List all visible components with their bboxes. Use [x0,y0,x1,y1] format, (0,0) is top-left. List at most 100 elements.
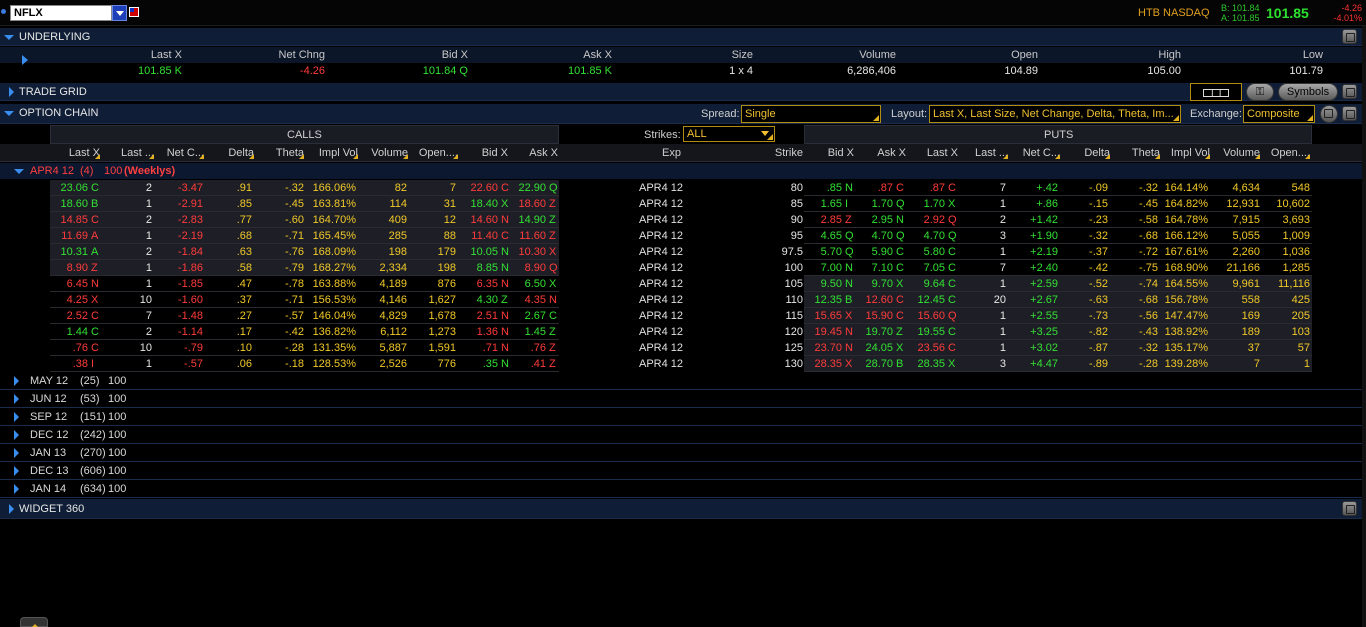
collapse-icon[interactable] [4,111,14,121]
col-call-ask[interactable]: Ask X [510,147,558,159]
cell-civ[interactable]: 146.04% [306,310,356,322]
cell-pv[interactable]: 189 [1210,326,1260,338]
cell-poi[interactable]: 1,036 [1260,246,1310,258]
cell-pb[interactable]: .85 [806,182,842,194]
cell-ps[interactable]: 1 [960,342,1006,354]
cell-pd[interactable]: -.63 [1060,294,1108,306]
col-call-netchg[interactable]: Net C... [156,147,204,159]
cell-pv[interactable]: 5,055 [1210,230,1260,242]
cell-ps[interactable]: 1 [960,326,1006,338]
cell-civ[interactable]: 156.53% [306,294,356,306]
series-row[interactable]: DEC 13 (606) 100 [0,462,1362,480]
cell-cb[interactable]: 4.30 [458,294,498,306]
cell-cs[interactable]: 1 [102,198,152,210]
chain-row[interactable]: 23.06 C 2 -3.47.91 -.32 166.06% 82 7 22.60 C 22.90… [0,180,1362,196]
cell-cd[interactable]: .68 [206,230,252,242]
layout-select[interactable]: Last X, Last Size, Net Change, Delta, Th… [929,105,1181,123]
cell-coi[interactable]: 12 [408,214,456,226]
chain-row[interactable]: 8.90 Z 1 -1.86.58 -.79 168.27% 2,334 198 8.85 N 8.… [0,260,1362,276]
cell-pa[interactable]: 4.70 [856,230,893,242]
cell-pb[interactable]: 2.85 [806,214,842,226]
col-put-netchg[interactable]: Net C... [1010,147,1060,159]
cell-cv[interactable]: 5,887 [358,342,407,354]
cell-poi[interactable]: 11,116 [1260,278,1310,290]
series-row[interactable]: JAN 13 (270) 100 [0,444,1362,462]
chain-row[interactable]: 14.85 C 2 -2.83.77 -.60 164.70% 409 12 14.60 N 14.… [0,212,1362,228]
cell-pn[interactable]: +2.19 [1010,246,1058,258]
cell-cl[interactable]: .38 [52,358,88,370]
cell-piv[interactable]: 156.78% [1160,294,1208,306]
cell-ca[interactable]: 18.60 [510,198,546,210]
cell-pn[interactable]: +.42 [1010,182,1058,194]
cell-ct[interactable]: -.45 [256,198,304,210]
col-put-ask[interactable]: Ask X [856,147,906,159]
cell-pt[interactable]: -.56 [1110,310,1158,322]
cell-cd[interactable]: .85 [206,198,252,210]
cell-pv[interactable]: 7 [1210,358,1260,370]
col-put-volume[interactable]: Volume [1210,147,1260,159]
cell-cv[interactable]: 409 [358,214,407,226]
cell-coi[interactable]: 88 [408,230,456,242]
cell-cv[interactable]: 82 [358,182,407,194]
cell-civ[interactable]: 168.27% [306,262,356,274]
cell-poi[interactable]: 1 [1260,358,1310,370]
cell-pa[interactable]: 12.60 [856,294,893,306]
window-icon[interactable] [1342,29,1357,44]
cell-pv[interactable]: 12,931 [1210,198,1260,210]
cell-cb[interactable]: 8.85 [458,262,498,274]
cell-pa[interactable]: 1.70 [856,198,893,210]
cell-cd[interactable]: .17 [206,326,252,338]
col-put-delta[interactable]: Delta [1060,147,1110,159]
col-call-last[interactable]: Last X [52,147,100,159]
chain-row[interactable]: 1.44 C 2 -1.14.17 -.42 136.82% 6,112 1,273 1.36 N… [0,324,1362,340]
cell-ps[interactable]: 2 [960,214,1006,226]
cell-pa[interactable]: 28.70 [856,358,893,370]
cell-pv[interactable]: 21,166 [1210,262,1260,274]
cell-pt[interactable]: -.68 [1110,230,1158,242]
series-row[interactable]: SEP 12 (151) 100 [0,408,1362,426]
col-call-volume[interactable]: Volume [358,147,408,159]
cell-ps[interactable]: 3 [960,230,1006,242]
cell-pl[interactable]: 1.70 [908,198,945,210]
expand-icon[interactable] [14,394,24,404]
chevron-down-icon[interactable] [1320,105,1338,123]
col-call-theta[interactable]: Theta [256,147,304,159]
cell-pb[interactable]: 7.00 [806,262,842,274]
cell-cn[interactable]: -1.85 [156,278,203,290]
cell-pl[interactable]: 4.70 [908,230,945,242]
cell-pv[interactable]: 169 [1210,310,1260,322]
cell-cd[interactable]: .37 [206,294,252,306]
cell-pv[interactable]: 4,634 [1210,182,1260,194]
cell-ct[interactable]: -.18 [256,358,304,370]
cell-pd[interactable]: -.89 [1060,358,1108,370]
cell-cd[interactable]: .91 [206,182,252,194]
cell-coi[interactable]: 776 [408,358,456,370]
cell-ca[interactable]: 10.30 [510,246,546,258]
cell-piv[interactable]: 166.12% [1160,230,1208,242]
cell-ps[interactable]: 1 [960,198,1006,210]
cell-coi[interactable]: 1,627 [408,294,456,306]
cell-cs[interactable]: 2 [102,326,152,338]
cell-pv[interactable]: 37 [1210,342,1260,354]
cell-ct[interactable]: -.42 [256,326,304,338]
cell-poi[interactable]: 10,602 [1260,198,1310,210]
series-row[interactable]: DEC 12 (242) 100 [0,426,1362,444]
cell-cl[interactable]: 4.25 [52,294,88,306]
cell-cd[interactable]: .10 [206,342,252,354]
cell-cs[interactable]: 1 [102,358,152,370]
cell-poi[interactable]: 3,693 [1260,214,1310,226]
cell-coi[interactable]: 7 [408,182,456,194]
cell-ps[interactable]: 20 [960,294,1006,306]
col-put-theta[interactable]: Theta [1110,147,1160,159]
series-row[interactable]: MAY 12 (25) 100 [0,372,1362,390]
cell-pb[interactable]: 28.35 [806,358,842,370]
cell-cs[interactable]: 7 [102,310,152,322]
cell-pl[interactable]: .87 [908,182,945,194]
cell-ca[interactable]: 8.90 [510,262,546,274]
cell-cl[interactable]: 11.69 [52,230,88,242]
cell-cd[interactable]: .58 [206,262,252,274]
cell-pa[interactable]: 19.70 [856,326,893,338]
cell-ps[interactable]: 1 [960,246,1006,258]
cell-pd[interactable]: -.73 [1060,310,1108,322]
cell-pt[interactable]: -.75 [1110,262,1158,274]
